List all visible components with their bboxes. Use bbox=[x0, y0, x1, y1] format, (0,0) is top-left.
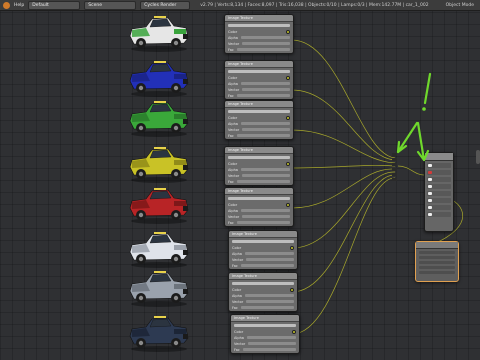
node-title: Image Texture bbox=[228, 102, 253, 106]
truck-yellow bbox=[126, 143, 192, 185]
node-header[interactable] bbox=[425, 153, 453, 161]
truck-white bbox=[126, 228, 192, 270]
node-title: Image Texture bbox=[234, 316, 259, 320]
output-socket[interactable] bbox=[290, 287, 294, 292]
output-socket[interactable] bbox=[286, 29, 290, 34]
node-title: Image Texture bbox=[228, 148, 253, 152]
node-title: Image Texture bbox=[228, 62, 253, 66]
image-texture-node[interactable]: Image Texture Color Alpha Vector Fac bbox=[224, 14, 294, 54]
top-header-bar: Help Default Scene Cycles Render v2.79 |… bbox=[0, 0, 480, 11]
annotation-arrow-left bbox=[396, 121, 419, 154]
output-socket[interactable] bbox=[292, 329, 296, 334]
exclamation-dot bbox=[422, 107, 426, 111]
image-texture-node[interactable]: Image Texture Color Alpha Vector Fac bbox=[224, 60, 294, 100]
scene-stats: v2.79 | Verts:8,134 | Faces:8,097 | Tris… bbox=[200, 2, 429, 8]
image-texture-node[interactable]: Image Texture Color Alpha Vector Fac bbox=[228, 230, 298, 270]
output-socket[interactable] bbox=[290, 245, 294, 250]
help-menu[interactable]: Help bbox=[14, 3, 24, 8]
node-title: Image Texture bbox=[228, 189, 253, 193]
render-engine-selector[interactable]: Cycles Render bbox=[140, 0, 191, 10]
mode-indicator[interactable]: Object Mode bbox=[446, 3, 474, 8]
output-socket[interactable] bbox=[286, 202, 290, 207]
truck-green bbox=[126, 97, 192, 139]
node-title: Image Texture bbox=[228, 16, 253, 20]
mix-shader-node[interactable] bbox=[424, 152, 454, 232]
truck-dark-blue bbox=[126, 312, 192, 354]
scrollbar-handle[interactable] bbox=[476, 150, 480, 164]
scene-selector[interactable]: Scene bbox=[84, 0, 137, 10]
node-title: Image Texture bbox=[232, 232, 257, 236]
image-texture-node[interactable]: Image Texture Color Alpha Vector Fac bbox=[228, 272, 298, 312]
node-title: Image Texture bbox=[232, 274, 257, 278]
node-header[interactable] bbox=[416, 242, 458, 249]
image-texture-node[interactable]: Image Texture Color Alpha Vector Fac bbox=[224, 187, 294, 227]
layout-selector[interactable]: Default bbox=[28, 0, 81, 10]
image-texture-node[interactable]: Image Texture Color Alpha Vector Fac bbox=[224, 100, 294, 140]
truck-white-green bbox=[126, 12, 192, 54]
truck-silver bbox=[126, 267, 192, 309]
exclamation-stroke bbox=[423, 72, 432, 105]
image-texture-node[interactable]: Image Texture Color Alpha Vector Fac bbox=[224, 146, 294, 186]
blender-logo-icon[interactable] bbox=[3, 1, 10, 9]
output-socket[interactable] bbox=[286, 161, 290, 166]
material-output-node[interactable] bbox=[415, 241, 459, 282]
truck-red bbox=[126, 184, 192, 226]
image-texture-node[interactable]: Image Texture Color Alpha Vector Fac bbox=[230, 314, 300, 354]
truck-blue bbox=[126, 57, 192, 99]
output-socket[interactable] bbox=[286, 75, 290, 80]
output-socket[interactable] bbox=[286, 115, 290, 120]
